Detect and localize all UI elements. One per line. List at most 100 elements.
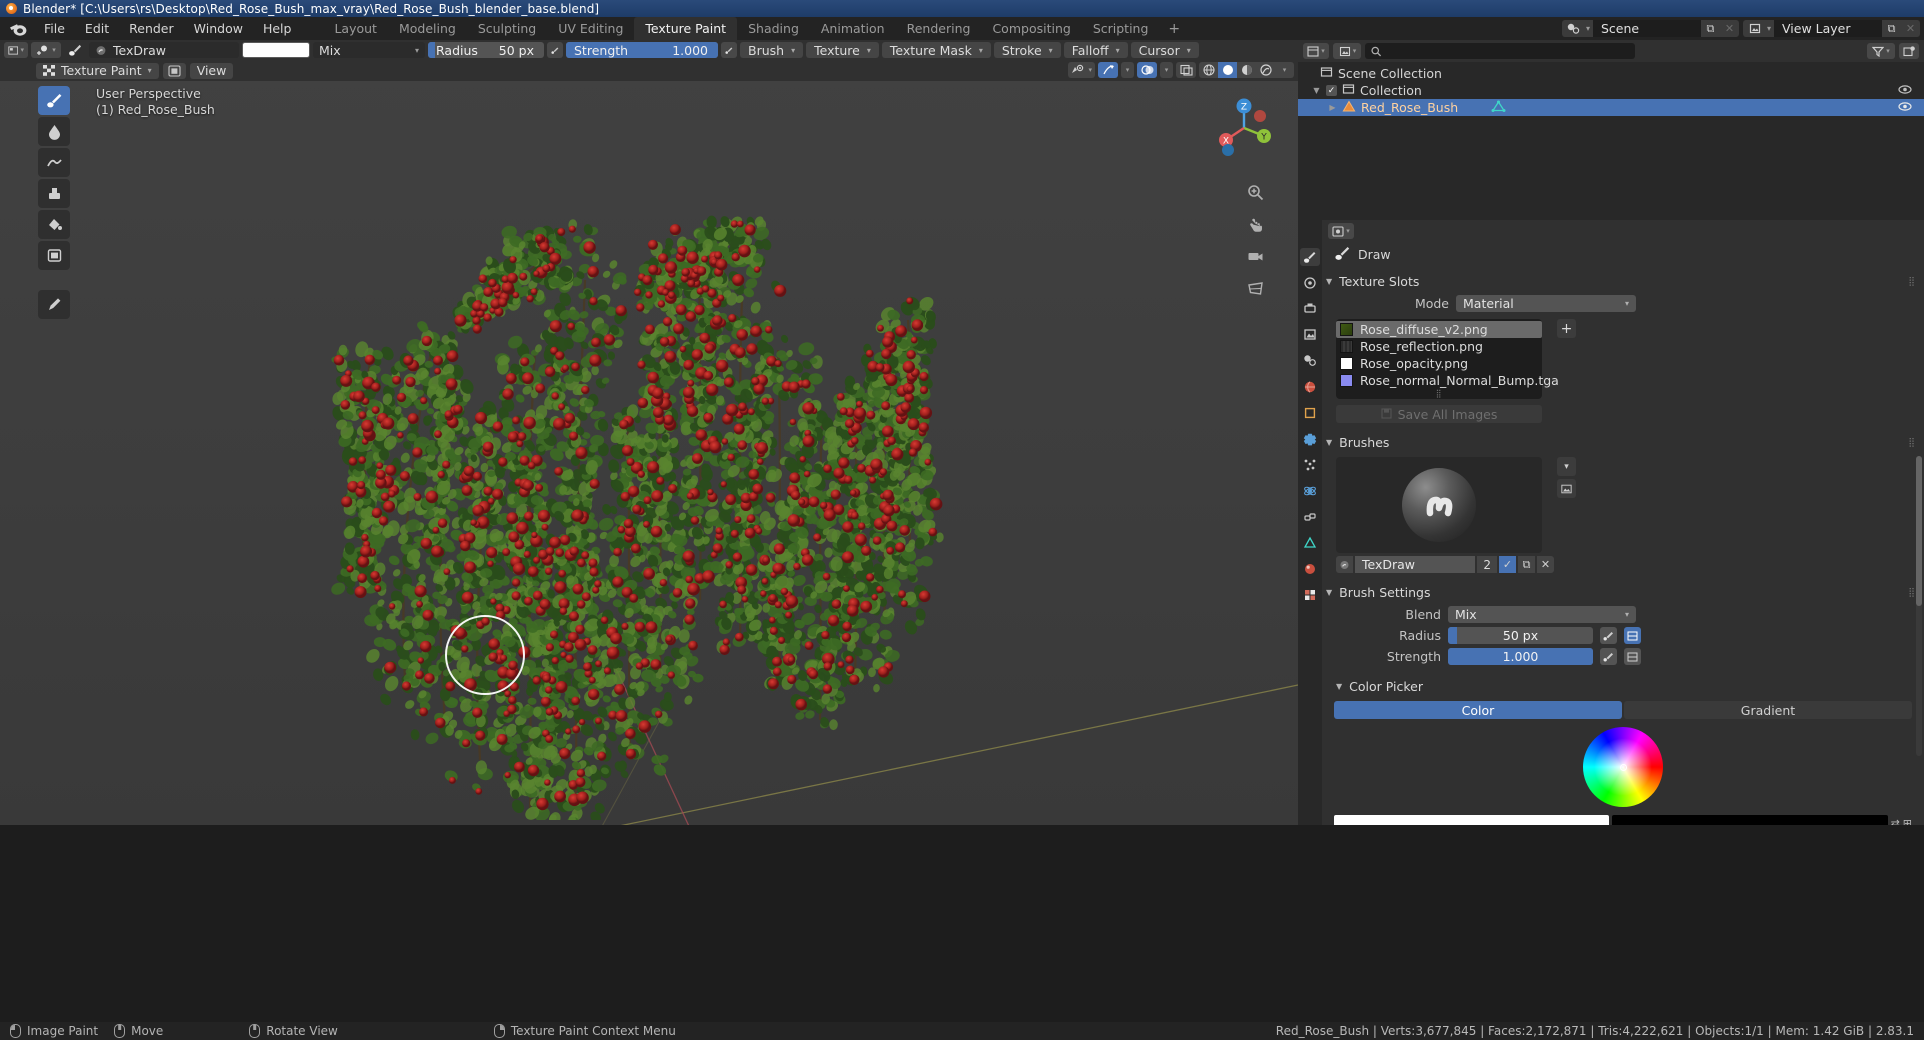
show-gizmo-toggle[interactable] bbox=[1098, 62, 1118, 78]
brush-unlink-button[interactable]: ✕ bbox=[1537, 556, 1554, 573]
visibility-selectability-dropdown[interactable]: ▾ bbox=[1068, 62, 1095, 78]
menu-edit[interactable]: Edit bbox=[75, 19, 119, 38]
camera-view-icon[interactable] bbox=[1245, 246, 1266, 267]
collection-checkbox[interactable]: ✓ bbox=[1326, 85, 1337, 96]
properties-tab-object[interactable] bbox=[1300, 404, 1320, 422]
gradient-tab[interactable]: Gradient bbox=[1624, 701, 1912, 719]
properties-tab-constraints[interactable] bbox=[1300, 508, 1320, 526]
workspace-tab-rendering[interactable]: Rendering bbox=[896, 17, 982, 40]
brush-color-swatch[interactable] bbox=[242, 42, 310, 58]
secondary-color-swatch[interactable] bbox=[1612, 815, 1888, 825]
brush-duplicate-button[interactable]: ⧉ bbox=[1518, 556, 1535, 573]
brush-radius-unit-toggle[interactable] bbox=[1624, 627, 1641, 644]
view-layer-name-field[interactable]: View Layer bbox=[1774, 20, 1882, 37]
workspace-tab-uv-editing[interactable]: UV Editing bbox=[547, 17, 634, 40]
radius-pressure-toggle[interactable] bbox=[547, 42, 563, 58]
outliner-filter-button[interactable]: ▾ bbox=[1867, 43, 1895, 59]
new-scene-button[interactable]: ⧉ bbox=[1700, 20, 1720, 37]
brush-radius-slider[interactable]: 50 px bbox=[1448, 627, 1593, 644]
color-wheel-cursor[interactable] bbox=[1619, 763, 1627, 771]
brush-strength-extra-toggle[interactable] bbox=[1624, 648, 1641, 665]
save-all-images-button[interactable]: Save All Images bbox=[1336, 405, 1542, 423]
scene-selector[interactable]: ▾ Scene ⧉ ✕ bbox=[1561, 20, 1739, 37]
properties-tab-tool[interactable] bbox=[1300, 248, 1320, 266]
expand-triangle-icon[interactable]: ▶ bbox=[1328, 103, 1337, 112]
color-tab[interactable]: Color bbox=[1334, 701, 1622, 719]
tool-mask[interactable] bbox=[38, 241, 70, 270]
swap-colors-icon[interactable]: ⇄ bbox=[1891, 817, 1900, 826]
reset-colors-icon[interactable]: ⊞ bbox=[1903, 817, 1912, 826]
brush-radius-pressure-toggle[interactable] bbox=[1600, 627, 1617, 644]
zoom-view-icon[interactable] bbox=[1245, 182, 1266, 203]
outliner-row-red-rose-bush[interactable]: ▶ Red_Rose_Bush bbox=[1298, 99, 1924, 116]
menu-help[interactable]: Help bbox=[253, 19, 302, 38]
brush-preview-image-icon[interactable] bbox=[1557, 479, 1576, 498]
overlay-options-chevron-down-icon[interactable]: ▾ bbox=[1160, 62, 1173, 78]
brush-name-field[interactable]: TexDraw bbox=[1355, 556, 1476, 573]
outliner-new-collection-button[interactable] bbox=[1899, 43, 1919, 59]
brush-strength-pressure-toggle[interactable] bbox=[1600, 648, 1617, 665]
outliner-row-scene-collection[interactable]: Scene Collection bbox=[1298, 65, 1924, 82]
tool-draw[interactable] bbox=[38, 86, 70, 115]
properties-scrollbar[interactable] bbox=[1916, 456, 1922, 756]
shading-solid-button[interactable] bbox=[1218, 62, 1237, 78]
strength-pressure-toggle[interactable] bbox=[721, 42, 737, 58]
add-texture-slot-button[interactable]: + bbox=[1557, 319, 1576, 338]
active-brush-icon[interactable] bbox=[64, 42, 86, 58]
brush-fake-user-toggle[interactable]: ✓ bbox=[1499, 556, 1516, 573]
show-overlays-toggle[interactable] bbox=[1137, 62, 1157, 78]
brush-mode-icon[interactable]: ▾ bbox=[31, 42, 61, 58]
stroke-menu[interactable]: Stroke ▾ bbox=[993, 42, 1061, 58]
texture-menu[interactable]: Texture ▾ bbox=[806, 42, 879, 58]
collapse-triangle-icon[interactable]: ▼ bbox=[1312, 86, 1321, 95]
workspace-tab-shading[interactable]: Shading bbox=[737, 17, 810, 40]
tool-fill[interactable] bbox=[38, 210, 70, 239]
outliner-search-field[interactable] bbox=[1386, 44, 1629, 58]
properties-tab-output[interactable] bbox=[1300, 300, 1320, 318]
texture-slot-item[interactable]: Rose_diffuse_v2.png bbox=[1336, 321, 1542, 338]
brush-settings-panel-header[interactable]: ▼ Brush Settings ⣿ bbox=[1322, 582, 1924, 603]
3d-viewport[interactable]: Texture Paint ▾ View ▾ ▾ ▾ ▾ User Perspe… bbox=[0, 60, 1298, 825]
outliner-editor-type-icon[interactable]: ▾ bbox=[1303, 43, 1329, 59]
delete-scene-button[interactable]: ✕ bbox=[1719, 20, 1739, 37]
falloff-menu[interactable]: Falloff ▾ bbox=[1063, 42, 1128, 58]
texture-slot-list[interactable]: Rose_diffuse_v2.png Rose_reflection.png … bbox=[1336, 319, 1559, 399]
workspace-tab-animation[interactable]: Animation bbox=[810, 17, 896, 40]
gizmo-options-chevron-down-icon[interactable]: ▾ bbox=[1121, 62, 1134, 78]
outliner-display-mode-dropdown[interactable]: ▾ bbox=[1333, 43, 1361, 59]
shading-rendered-button[interactable] bbox=[1256, 62, 1275, 78]
viewport-mode-dropdown[interactable]: Texture Paint ▾ bbox=[36, 62, 159, 79]
texture-mask-menu[interactable]: Texture Mask ▾ bbox=[881, 42, 991, 58]
shading-material-preview-button[interactable] bbox=[1237, 62, 1256, 78]
toggle-perspective-icon[interactable] bbox=[1245, 278, 1266, 299]
shading-options-chevron-down-icon[interactable]: ▾ bbox=[1275, 62, 1294, 78]
add-workspace-button[interactable]: + bbox=[1159, 19, 1189, 39]
radius-slider[interactable]: Radius 50 px bbox=[428, 42, 544, 58]
properties-tab-world[interactable] bbox=[1300, 378, 1320, 396]
properties-tab-material[interactable] bbox=[1300, 560, 1320, 578]
workspace-tab-texture-paint[interactable]: Texture Paint bbox=[634, 17, 738, 40]
tool-smear[interactable] bbox=[38, 148, 70, 177]
brush-users-count[interactable]: 2 bbox=[1477, 556, 1497, 573]
texture-slot-item[interactable]: Rose_normal_Normal_Bump.tga bbox=[1336, 372, 1559, 389]
properties-editor-type-icon[interactable]: ▾ bbox=[1328, 223, 1354, 239]
properties-tab-particles[interactable] bbox=[1300, 456, 1320, 474]
view-layer-selector[interactable]: ▾ View Layer ⧉ ✕ bbox=[1742, 20, 1920, 37]
blend-mode-dropdown[interactable]: Mix ▾ bbox=[313, 42, 425, 58]
brush-preview-box[interactable] bbox=[1336, 457, 1542, 553]
properties-tab-scene[interactable] bbox=[1300, 352, 1320, 370]
workspace-tab-scripting[interactable]: Scripting bbox=[1082, 17, 1160, 40]
tool-soften[interactable] bbox=[38, 117, 70, 146]
tool-annotate[interactable] bbox=[38, 290, 70, 319]
color-picker-panel-header[interactable]: ▼ Color Picker bbox=[1322, 676, 1924, 697]
properties-tab-render[interactable] bbox=[1300, 274, 1320, 292]
workspace-tab-layout[interactable]: Layout bbox=[323, 17, 388, 40]
scene-name-field[interactable]: Scene bbox=[1592, 20, 1701, 37]
new-view-layer-button[interactable]: ⧉ bbox=[1882, 20, 1901, 37]
properties-tab-data[interactable] bbox=[1300, 534, 1320, 552]
strength-slider[interactable]: Strength 1.000 bbox=[566, 42, 718, 58]
texture-slot-item[interactable]: Rose_opacity.png bbox=[1336, 355, 1542, 372]
menu-render[interactable]: Render bbox=[119, 19, 184, 38]
workspace-tab-sculpting[interactable]: Sculpting bbox=[467, 17, 547, 40]
cursor-menu[interactable]: Cursor ▾ bbox=[1130, 42, 1199, 58]
